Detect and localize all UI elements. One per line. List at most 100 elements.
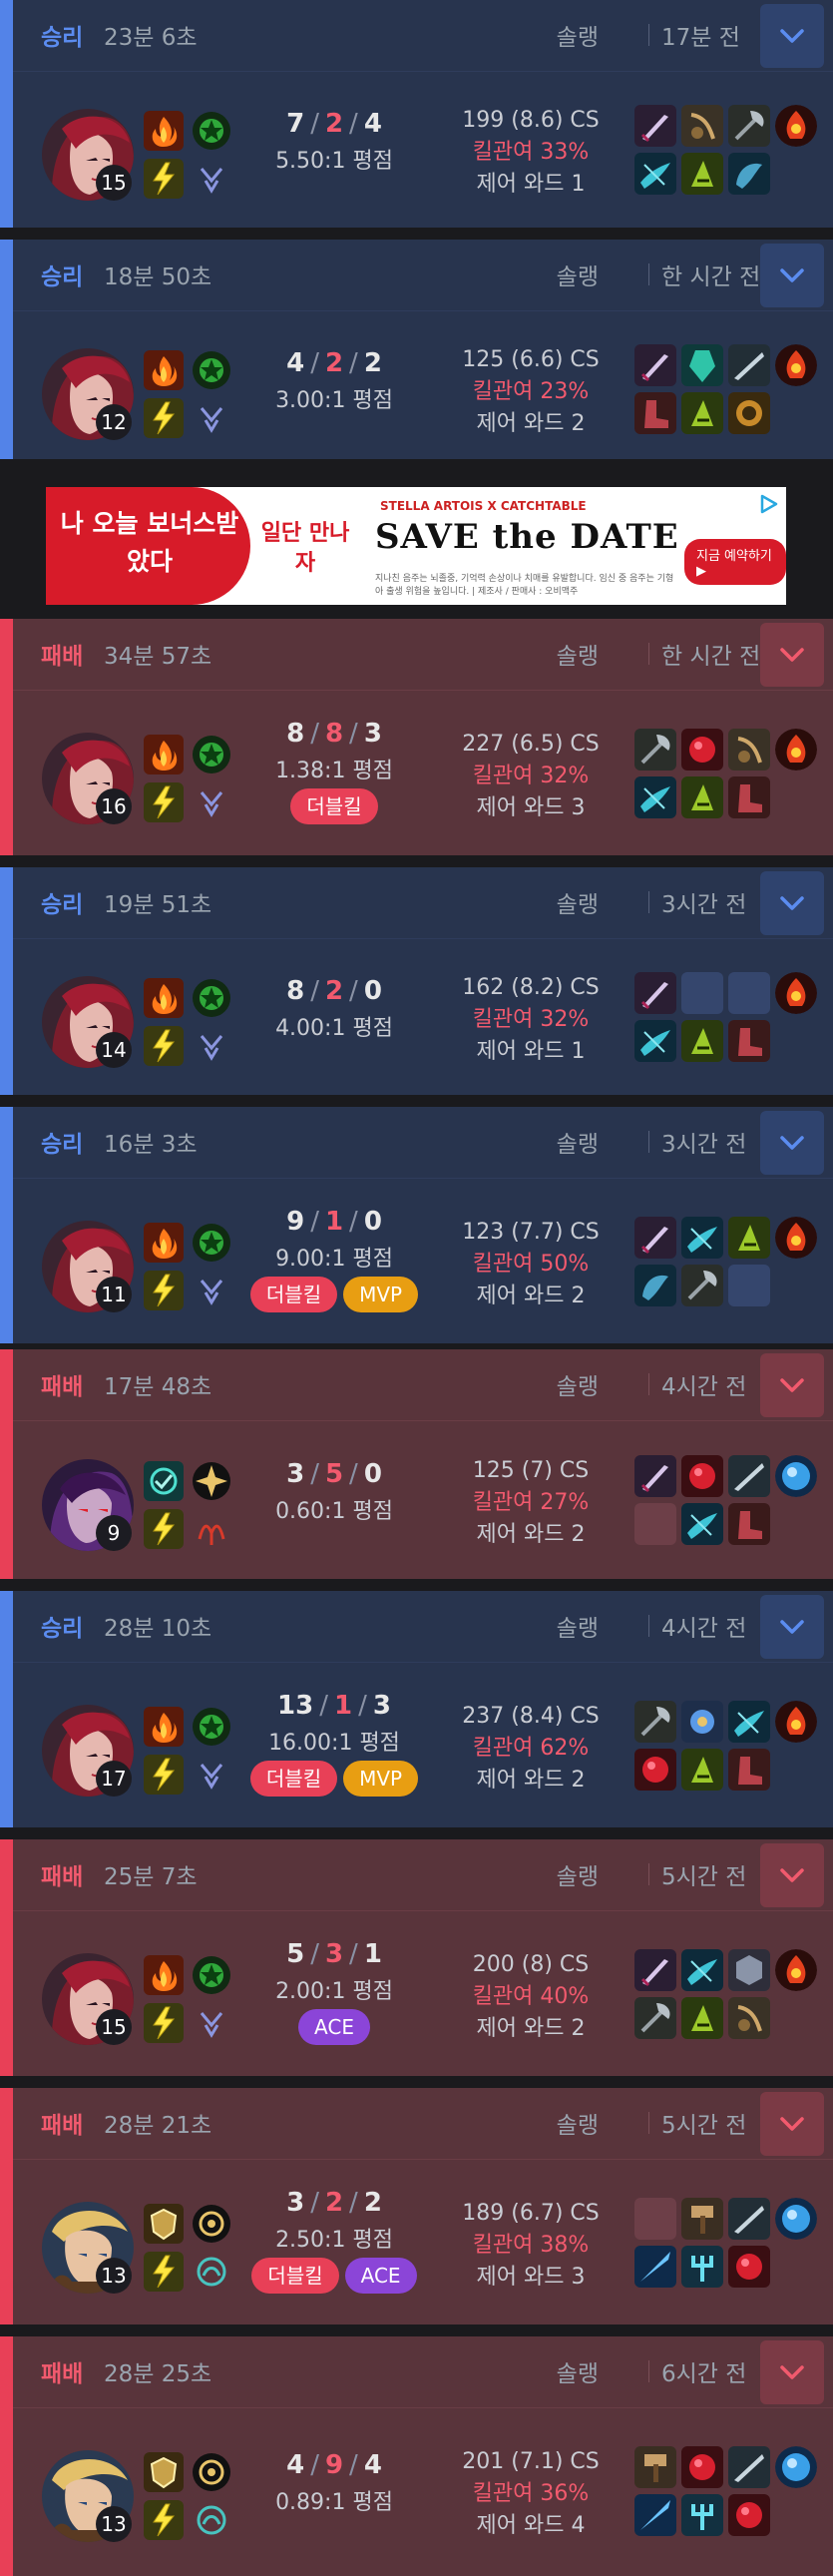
expand-button[interactable] (760, 623, 824, 687)
item-hydra-icon[interactable] (681, 153, 723, 195)
item-hydra-icon[interactable] (681, 392, 723, 434)
item-axe-icon[interactable] (681, 1265, 723, 1306)
scrying-orb-icon[interactable] (775, 2198, 817, 2240)
ignite-spell-icon[interactable] (144, 735, 184, 774)
sorc-rune-icon[interactable] (192, 1026, 231, 1066)
sorc-rune-icon[interactable] (192, 1271, 231, 1310)
item-blade-icon[interactable] (681, 1217, 723, 1259)
fleet-rune-icon[interactable] (192, 2452, 231, 2492)
flash-spell-icon[interactable] (144, 1271, 184, 1310)
item-knife-icon[interactable] (728, 2446, 770, 2488)
item-blade-icon[interactable] (681, 1949, 723, 1991)
item-boots-icon[interactable] (728, 1749, 770, 1791)
item-sword-icon[interactable] (634, 1217, 676, 1259)
insp-rune-icon[interactable] (192, 2252, 231, 2292)
item-knife-icon[interactable] (728, 1455, 770, 1497)
item-axe-icon[interactable] (634, 729, 676, 771)
match-card[interactable]: 승리 23분 6초 솔랭 17분 전 15 7/2/4 5.50:1 평점 199 (8.6)… (0, 0, 833, 228)
conq-rune-icon[interactable] (192, 1707, 231, 1747)
item-red-icon[interactable] (681, 1455, 723, 1497)
item-orb-icon[interactable] (681, 1701, 723, 1743)
expand-button[interactable] (760, 2092, 824, 2156)
dom-rune-icon[interactable] (192, 1509, 231, 1549)
item-drake-icon[interactable] (634, 1265, 676, 1306)
match-card[interactable]: 승리 19분 51초 솔랭 3시간 전 14 8/2/0 4.00:1 평점 162 (8.2… (0, 867, 833, 1095)
item-sword-icon[interactable] (634, 1455, 676, 1497)
match-card[interactable]: 승리 18분 50초 솔랭 한 시간 전 12 4/2/2 3.00:1 평점 125 (6.… (0, 240, 833, 467)
item-boots-icon[interactable] (728, 1503, 770, 1545)
scrying-orb-icon[interactable] (775, 2446, 817, 2488)
item-red-icon[interactable] (728, 2246, 770, 2288)
item-gold-icon[interactable] (728, 392, 770, 434)
item-red-icon[interactable] (634, 1749, 676, 1791)
item-axe-icon[interactable] (634, 1997, 676, 2039)
item-blade-icon[interactable] (634, 1020, 676, 1062)
match-card[interactable]: 승리 16분 3초 솔랭 3시간 전 11 9/1/0 9.00:1 평점 더블킬 MVP 123… (0, 1107, 833, 1343)
ad-cta-button[interactable]: 지금 예약하기 ▶ (684, 539, 786, 585)
conq-rune-icon[interactable] (192, 1223, 231, 1263)
ignite-spell-icon[interactable] (144, 1955, 184, 1995)
flash-spell-icon[interactable] (144, 1755, 184, 1795)
scrying-orb-icon[interactable] (775, 1455, 817, 1497)
flash-spell-icon[interactable] (144, 782, 184, 822)
conq-rune-icon[interactable] (192, 978, 231, 1018)
expand-button[interactable] (760, 2340, 824, 2404)
item-blade-icon[interactable] (681, 1503, 723, 1545)
adchoices-icon[interactable] (758, 493, 780, 519)
flash-spell-icon[interactable] (144, 159, 184, 199)
warding-totem-icon[interactable] (775, 1217, 817, 1259)
match-card[interactable]: 패배 34분 57초 솔랭 한 시간 전 16 8/8/3 1.38:1 평점 더블킬 227 … (0, 619, 833, 855)
item-spear-icon[interactable] (634, 2494, 676, 2536)
conq-rune-icon[interactable] (192, 735, 231, 774)
flash-spell-icon[interactable] (144, 2500, 184, 2540)
warding-totem-icon[interactable] (775, 972, 817, 1014)
ignite-spell-icon[interactable] (144, 978, 184, 1018)
item-sword-icon[interactable] (634, 344, 676, 386)
item-hydra-icon[interactable] (681, 776, 723, 818)
ignite-spell-icon[interactable] (144, 350, 184, 390)
item-spear-icon[interactable] (634, 2246, 676, 2288)
sorc-rune-icon[interactable] (192, 782, 231, 822)
barrier-spell-icon[interactable] (144, 2204, 184, 2244)
item-knife-icon[interactable] (728, 2198, 770, 2240)
warding-totem-icon[interactable] (775, 344, 817, 386)
item-blue-icon[interactable] (681, 344, 723, 386)
match-card[interactable]: 패배 17분 48초 솔랭 4시간 전 9 3/5/0 0.60:1 평점 125 (7) C… (0, 1349, 833, 1579)
item-sword-icon[interactable] (634, 972, 676, 1014)
match-card[interactable]: 승리 28분 10초 솔랭 4시간 전 17 13/1/3 16.00:1 평점 더블킬 MVP… (0, 1591, 833, 1827)
item-red-icon[interactable] (681, 729, 723, 771)
match-card[interactable]: 패배 25분 7초 솔랭 5시간 전 15 5/3/1 2.00:1 평점 ACE 200 (8… (0, 1839, 833, 2076)
item-hex-icon[interactable] (728, 1949, 770, 1991)
empty-item-slot[interactable] (634, 1503, 676, 1545)
flash-spell-icon[interactable] (144, 1509, 184, 1549)
expand-button[interactable] (760, 1353, 824, 1417)
ignite-spell-icon[interactable] (144, 1223, 184, 1263)
match-card[interactable]: 패배 28분 25초 솔랭 6시간 전 13 4/9/4 0.89:1 평점 201 (7.1… (0, 2336, 833, 2576)
expand-button[interactable] (760, 4, 824, 68)
sorc-rune-icon[interactable] (192, 159, 231, 199)
item-hydra-icon[interactable] (681, 1997, 723, 2039)
ignite-spell-icon[interactable] (144, 1707, 184, 1747)
warding-totem-icon[interactable] (775, 1949, 817, 1991)
fleet-rune-icon[interactable] (192, 2204, 231, 2244)
item-hydra-icon[interactable] (681, 1020, 723, 1062)
item-bow-icon[interactable] (681, 105, 723, 147)
sorc-rune-icon[interactable] (192, 398, 231, 438)
sorc-rune-icon[interactable] (192, 2003, 231, 2043)
item-blade-icon[interactable] (728, 1701, 770, 1743)
item-knife-icon[interactable] (728, 344, 770, 386)
expand-button[interactable] (760, 1843, 824, 1907)
conq-rune-icon[interactable] (192, 1955, 231, 1995)
item-red-icon[interactable] (728, 2494, 770, 2536)
item-axe-icon[interactable] (634, 1701, 676, 1743)
item-hydra-icon[interactable] (681, 1749, 723, 1791)
empty-item-slot[interactable] (728, 972, 770, 1014)
flash-spell-icon[interactable] (144, 1026, 184, 1066)
flash-spell-icon[interactable] (144, 398, 184, 438)
expand-button[interactable] (760, 1595, 824, 1659)
empty-item-slot[interactable] (634, 2198, 676, 2240)
item-trident-icon[interactable] (681, 2494, 723, 2536)
ignite-spell-icon[interactable] (144, 111, 184, 151)
item-trident-icon[interactable] (681, 2246, 723, 2288)
sorc-rune-icon[interactable] (192, 1755, 231, 1795)
